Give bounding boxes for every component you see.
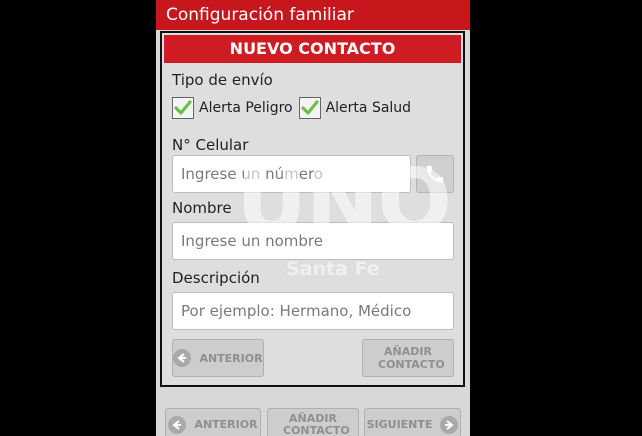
nombre-label: Nombre: [172, 199, 232, 217]
alerta-peligro-label: Alerta Peligro: [199, 100, 293, 116]
arrow-left-icon: [173, 349, 192, 367]
back-button[interactable]: ANTERIOR: [165, 408, 261, 436]
contacts-picker-button[interactable]: [416, 155, 454, 193]
descripcion-placeholder: Por ejemplo: Hermano, Médico: [181, 302, 412, 320]
alerta-salud-checkbox[interactable]: [298, 97, 321, 119]
celular-placeholder: Ingrese un número: [181, 165, 323, 183]
new-contact-dialog: NUEVO CONTACTO Tipo de envío Alerta Peli…: [160, 31, 465, 387]
arrow-left-icon: [168, 416, 187, 434]
dialog-back-button[interactable]: ANTERIOR: [172, 339, 264, 377]
add-contact-button[interactable]: AÑADIR CONTACTO: [267, 408, 359, 436]
next-label: SIGUIENTE: [366, 418, 433, 431]
phone-icon: [426, 165, 444, 183]
next-button[interactable]: SIGUIENTE: [364, 408, 461, 436]
dialog-back-label: ANTERIOR: [199, 351, 263, 365]
alert-type-row: Alerta Peligro Alerta Salud: [172, 97, 417, 119]
dialog-add-contact-button[interactable]: AÑADIR CONTACTO: [362, 339, 454, 377]
checkmark-icon: [174, 100, 192, 115]
alerta-peligro-checkbox[interactable]: [172, 97, 194, 119]
descripcion-label: Descripción: [172, 269, 260, 287]
add-contact-label: AÑADIR CONTACTO: [283, 412, 350, 436]
arrow-right-icon: [440, 416, 459, 434]
nombre-placeholder: Ingrese un nombre: [181, 232, 323, 250]
app-title-bar: Configuración familiar: [156, 0, 470, 30]
alerta-salud-label: Alerta Salud: [325, 100, 412, 116]
celular-input[interactable]: Ingrese un número: [172, 155, 411, 193]
nombre-input[interactable]: Ingrese un nombre: [172, 222, 454, 260]
dialog-add-label: AÑADIR CONTACTO: [378, 345, 445, 371]
checkmark-icon: [300, 100, 319, 115]
dialog-title: NUEVO CONTACTO: [164, 35, 461, 63]
descripcion-input[interactable]: Por ejemplo: Hermano, Médico: [172, 292, 454, 330]
phone-screen: Configuración familiar NUEVO CONTACTO Ti…: [156, 0, 470, 436]
celular-label: N° Celular: [172, 136, 249, 154]
app-title: Configuración familiar: [166, 5, 354, 25]
tipo-envio-label: Tipo de envío: [172, 71, 273, 89]
back-label: ANTERIOR: [194, 418, 258, 431]
